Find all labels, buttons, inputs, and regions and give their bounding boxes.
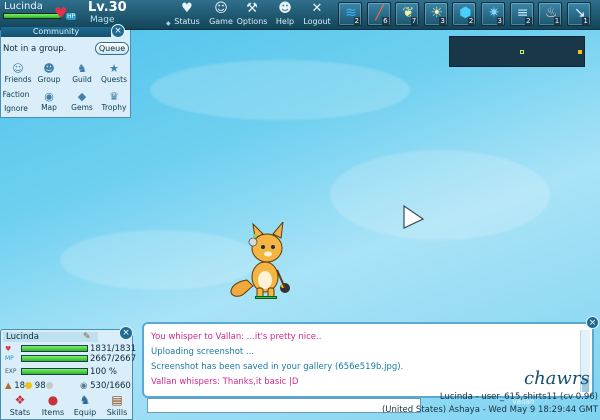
skill-count: 3: [496, 17, 503, 25]
mp-bar: [21, 355, 88, 362]
gems-icon: ◆: [77, 90, 87, 103]
skill-count: 1: [553, 17, 561, 25]
gold-coin-icon: [25, 382, 33, 389]
player-hp-bar: [3, 13, 61, 19]
skill-slot[interactable]: ✷ 3: [481, 2, 505, 26]
exp-label: EXP: [5, 368, 17, 375]
guild-icon: ♞: [77, 62, 87, 75]
hp-bar: [21, 345, 88, 352]
character-hp-bar: [255, 296, 277, 299]
group-status: Not in a group.: [3, 44, 67, 54]
exp-bar: [21, 368, 88, 375]
community-panel: Community × Not in a group. Queue ☺ Frie…: [0, 24, 131, 118]
skill-slot[interactable]: ☀ 3: [423, 2, 448, 26]
skill-count: 2: [353, 17, 360, 25]
player-name: Lucinda: [4, 1, 43, 12]
character-close-button[interactable]: ×: [119, 326, 133, 340]
quests-button[interactable]: ★ Quests: [97, 62, 131, 86]
player-class: Mage: [90, 15, 115, 25]
sword-icon: ❖: [14, 393, 26, 407]
player-character[interactable]: [225, 222, 300, 304]
cursor-arrow-icon: [403, 205, 425, 229]
skill-count: 7: [410, 17, 418, 25]
gems-button[interactable]: ◆ Gems: [65, 90, 99, 114]
skill-count: 3: [439, 17, 446, 25]
bag-icon: ▲: [5, 381, 12, 391]
status-button[interactable]: ♥ Status: [168, 1, 206, 29]
community-tab[interactable]: Community: [1, 27, 111, 37]
group-button[interactable]: ☻ Group: [32, 62, 66, 86]
skill-slot[interactable]: ❦ 7: [395, 2, 420, 26]
skill-slot[interactable]: ╱ 6: [366, 2, 391, 26]
chat-message: Vallan whispers: Thanks,it basic |D: [151, 377, 299, 387]
hp-tag: HP: [66, 13, 77, 20]
currency-row: ▲ 18 98: [5, 381, 53, 391]
watermark-logo: chawrs: [524, 368, 590, 389]
minimap-npc-marker: [578, 50, 582, 54]
quests-icon: ★: [109, 62, 119, 75]
chat-close-button[interactable]: ×: [586, 316, 599, 329]
items-button[interactable]: ● Items: [38, 393, 68, 420]
book-icon: ▤: [111, 393, 123, 407]
minimap-player-marker: [520, 50, 524, 54]
skill-slot[interactable]: ⬢ 2: [452, 2, 477, 26]
exp-value: 100 %: [90, 367, 118, 377]
chat-message: You whisper to Vallan: ...it's pretty ni…: [151, 332, 322, 342]
skills-button[interactable]: ▤ Skills: [102, 393, 132, 420]
hp-value: 1831/1831: [90, 344, 137, 354]
trophy-button[interactable]: ♛ Trophy: [97, 90, 131, 114]
skill-slot[interactable]: ≡ 2: [509, 2, 534, 26]
stats-button[interactable]: ❖ Stats: [5, 393, 35, 420]
friends-icon: ☺: [12, 62, 24, 75]
logout-button[interactable]: ✕ Logout: [298, 1, 336, 29]
location-info: (United States) Ashaya - Wed May 9 18:29…: [381, 405, 598, 415]
minimap[interactable]: [449, 36, 585, 67]
skill-count: 2: [525, 17, 532, 25]
map-button[interactable]: ◉ Map: [32, 90, 66, 114]
skill-slot[interactable]: ♨ 1: [538, 2, 563, 26]
player-level: Lv.30: [88, 0, 127, 15]
mp-icon: MP: [5, 355, 14, 362]
skill-count: 6: [382, 17, 389, 25]
weight-icon: ◉: [80, 381, 88, 391]
mp-value: 2667/2667: [90, 354, 137, 364]
cloud: [150, 60, 410, 120]
trophy-icon: ♛: [109, 90, 119, 103]
faction-button[interactable]: Faction Ignore: [1, 90, 31, 114]
hp-icon: ♥: [5, 345, 12, 353]
chat-message: Uploading screenshot ...: [151, 347, 255, 357]
heart-icon: ♥: [181, 1, 193, 16]
weight-value: ◉ 530/1660: [80, 381, 131, 391]
guild-button[interactable]: ♞ Guild: [65, 62, 99, 86]
character-panel: Lucinda ✎ × ♥ 1831/1831 MP 2667/2667 EXP…: [0, 326, 137, 420]
top-bar: Lucinda ♥ HP Lv.30 Mage ◆ ♥ Status ☺ Gam…: [0, 0, 600, 30]
equip-button[interactable]: ♞ Equip: [70, 393, 100, 420]
skill-count: 1: [582, 17, 589, 25]
map-icon: ◉: [44, 90, 54, 103]
silver-coin-icon: [45, 382, 53, 389]
x-icon: ✕: [311, 1, 323, 16]
pencil-icon[interactable]: ✎: [83, 332, 91, 342]
community-close-button[interactable]: ×: [111, 24, 125, 38]
friends-button[interactable]: ☺ Friends: [1, 62, 35, 86]
silver-amount: 98: [34, 381, 46, 391]
session-info: Lucinda - user_615,shirts11 (cv 0.96): [439, 392, 598, 402]
queue-button[interactable]: Queue: [95, 42, 129, 55]
equip-icon: ♞: [79, 393, 91, 407]
skill-slot[interactable]: ↘ 1: [566, 2, 591, 26]
skill-count: 2: [467, 17, 475, 25]
skill-slot[interactable]: ≋ 2: [338, 2, 362, 26]
gold-amount: 18: [14, 381, 26, 391]
cloud: [330, 150, 550, 240]
group-icon: ☻: [43, 62, 55, 75]
chat-message: Screenshot has been saved in your galler…: [151, 362, 404, 372]
items-icon: ●: [47, 393, 59, 407]
